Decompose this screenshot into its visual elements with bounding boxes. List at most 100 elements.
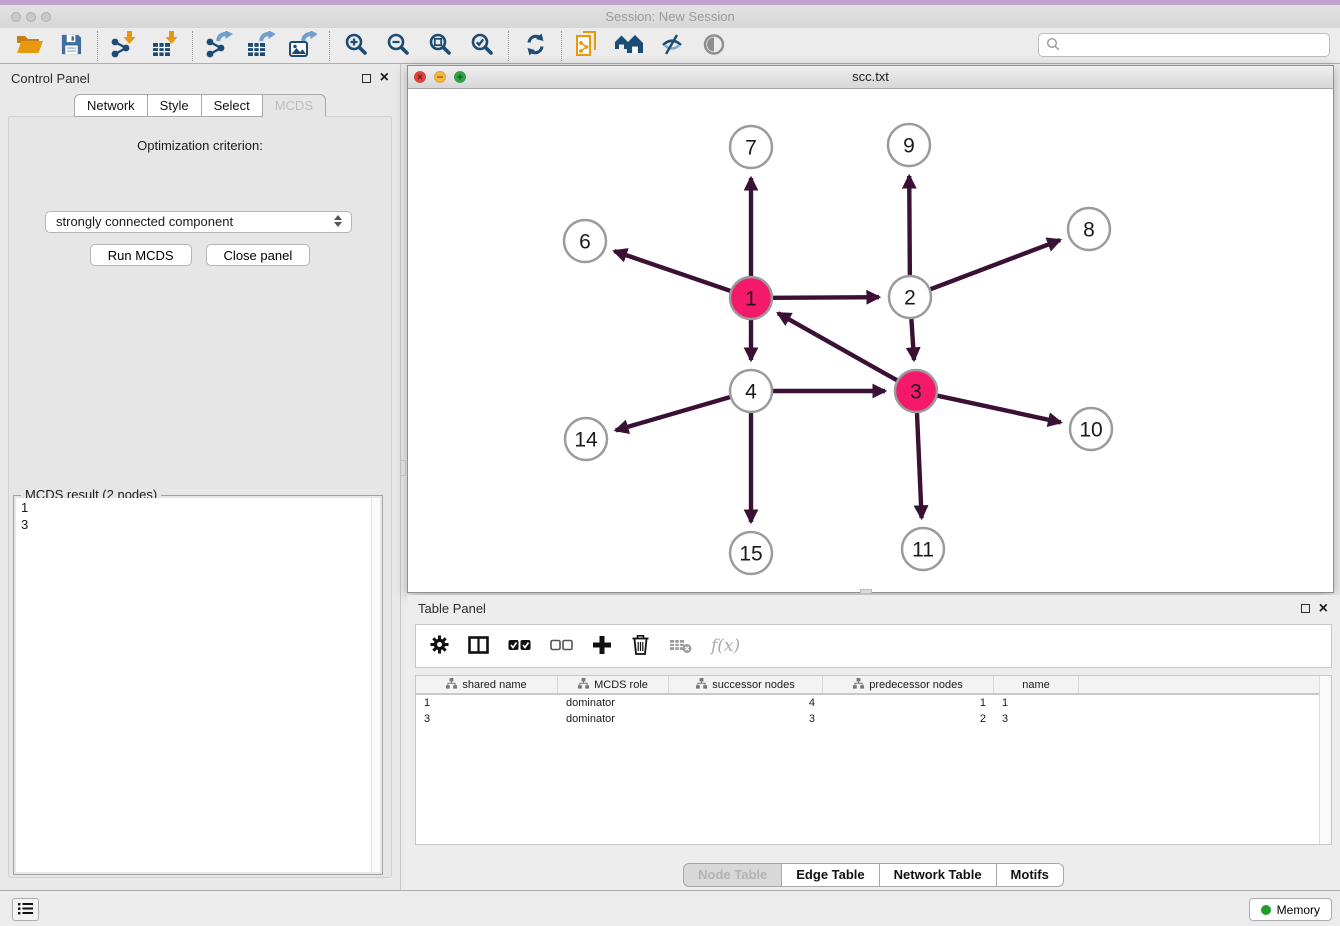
network-graph[interactable]: 7 9 6 8 1 2 4 3 14 10 15 11 (408, 89, 1333, 592)
run-mcds-button[interactable]: Run MCDS (90, 244, 192, 266)
titlebar: Session: New Session (0, 5, 1340, 28)
delete-table-icon[interactable] (669, 636, 692, 657)
network-canvas[interactable]: 7 9 6 8 1 2 4 3 14 10 15 11 (408, 89, 1333, 592)
function-builder-icon[interactable]: f(x) (711, 636, 740, 656)
table-tab-node-table[interactable]: Node Table (683, 863, 782, 887)
table-cell[interactable]: 3 (669, 713, 823, 725)
graph-edge-2-3[interactable] (911, 319, 914, 360)
home-button[interactable] (609, 30, 651, 62)
control-tab-select[interactable]: Select (202, 94, 263, 117)
graph-node-11[interactable]: 11 (902, 528, 944, 570)
task-history-button[interactable] (12, 898, 39, 921)
graph-edge-1-6[interactable] (614, 251, 730, 291)
graph-node-14[interactable]: 14 (565, 418, 607, 460)
import-network-button[interactable] (103, 30, 145, 62)
hide-graphics-details-button[interactable] (651, 30, 693, 62)
column-header-successor-nodes[interactable]: successor nodes (669, 676, 823, 693)
export-image-button[interactable] (282, 30, 324, 62)
table-cell[interactable]: 2 (823, 713, 994, 725)
close-panel-button[interactable]: Close panel (206, 244, 311, 266)
network-maximize-button[interactable] (454, 71, 466, 86)
float-panel-icon[interactable] (362, 74, 371, 83)
add-column-icon[interactable] (592, 635, 612, 658)
graph-node-1[interactable]: 1 (730, 277, 772, 319)
graph-edge-1-2[interactable] (773, 297, 879, 298)
search-input[interactable] (1066, 38, 1329, 52)
close-panel-icon[interactable]: × (380, 72, 389, 84)
minimize-window-button[interactable] (26, 12, 36, 22)
table-cell[interactable]: dominator (558, 713, 669, 725)
graph-node-4[interactable]: 4 (730, 370, 772, 412)
table-tab-motifs[interactable]: Motifs (997, 863, 1064, 887)
network-minimize-button[interactable] (434, 71, 446, 86)
graph-node-8[interactable]: 8 (1068, 208, 1110, 250)
graph-node-10[interactable]: 10 (1070, 408, 1112, 450)
table-cell[interactable]: dominator (558, 697, 669, 709)
save-session-button[interactable] (50, 30, 92, 62)
result-scrollbar[interactable] (371, 498, 380, 872)
zoom-window-button[interactable] (41, 12, 51, 22)
export-table-button[interactable] (240, 30, 282, 62)
table-cell[interactable]: 1 (416, 697, 558, 709)
table-cell[interactable]: 3 (416, 713, 558, 725)
open-session-button[interactable] (8, 30, 50, 62)
table-tab-edge-table[interactable]: Edge Table (782, 863, 879, 887)
mcds-result-text[interactable]: 1 3 (16, 498, 380, 872)
column-header-MCDS-role[interactable]: MCDS role (558, 676, 669, 693)
graph-node-6[interactable]: 6 (564, 220, 606, 262)
horizontal-splitter-grip[interactable] (860, 589, 872, 594)
criterion-dropdown[interactable]: strongly connected component (45, 211, 352, 233)
graph-node-2[interactable]: 2 (889, 276, 931, 318)
show-graphics-details-button[interactable] (693, 30, 735, 62)
graph-edge-2-9[interactable] (909, 176, 910, 275)
zoom-in-button[interactable] (335, 30, 377, 62)
graph-edge-3-11[interactable] (917, 413, 922, 518)
deselect-all-icon[interactable] (550, 636, 573, 657)
export-table-icon (247, 31, 275, 61)
delete-column-icon[interactable] (631, 634, 650, 658)
table-cell[interactable]: 1 (994, 697, 1079, 709)
graph-edge-3-10[interactable] (937, 396, 1060, 423)
table-row[interactable]: 1dominator411 (416, 695, 1331, 711)
control-tab-style[interactable]: Style (148, 94, 202, 117)
table-scrollbar[interactable] (1319, 676, 1331, 844)
table-tab-network-table[interactable]: Network Table (880, 863, 997, 887)
table-row[interactable]: 3dominator323 (416, 711, 1331, 727)
control-tab-mcds[interactable]: MCDS (263, 94, 326, 117)
column-header-name[interactable]: name (994, 676, 1079, 693)
vertical-splitter-grip[interactable] (400, 460, 406, 476)
new-network-from-selection-button[interactable] (567, 30, 609, 62)
column-header-predecessor-nodes[interactable]: predecessor nodes (823, 676, 994, 693)
toolbar-separator (97, 31, 98, 61)
graph-node-15[interactable]: 15 (730, 532, 772, 574)
export-network-button[interactable] (198, 30, 240, 62)
toggle-panel-icon[interactable] (468, 636, 489, 657)
float-table-panel-icon[interactable] (1301, 604, 1310, 613)
search-box[interactable] (1038, 33, 1330, 57)
refresh-view-button[interactable] (514, 30, 556, 62)
graph-edge-3-1[interactable] (778, 313, 897, 380)
table-cell[interactable]: 3 (994, 713, 1079, 725)
network-window-titlebar[interactable]: scc.txt (408, 66, 1333, 89)
svg-text:7: 7 (745, 136, 757, 159)
close-window-button[interactable] (11, 12, 21, 22)
control-tab-network[interactable]: Network (74, 94, 148, 117)
traffic-lights (11, 12, 51, 22)
import-table-button[interactable] (145, 30, 187, 62)
column-header-shared-name[interactable]: shared name (416, 676, 558, 693)
network-close-button[interactable] (414, 71, 426, 86)
graph-edge-4-14[interactable] (616, 397, 730, 430)
zoom-selected-button[interactable] (461, 30, 503, 62)
graph-node-9[interactable]: 9 (888, 124, 930, 166)
table-cell[interactable]: 4 (669, 697, 823, 709)
close-table-panel-icon[interactable]: × (1319, 603, 1328, 615)
graph-node-7[interactable]: 7 (730, 126, 772, 168)
select-all-icon[interactable] (508, 636, 531, 657)
table-settings-gear-icon[interactable] (430, 635, 449, 657)
graph-node-3[interactable]: 3 (895, 370, 937, 412)
zoom-out-button[interactable] (377, 30, 419, 62)
table-cell[interactable]: 1 (823, 697, 994, 709)
zoom-fit-button[interactable] (419, 30, 461, 62)
memory-button[interactable]: Memory (1249, 898, 1332, 921)
graph-edge-2-8[interactable] (931, 240, 1060, 289)
